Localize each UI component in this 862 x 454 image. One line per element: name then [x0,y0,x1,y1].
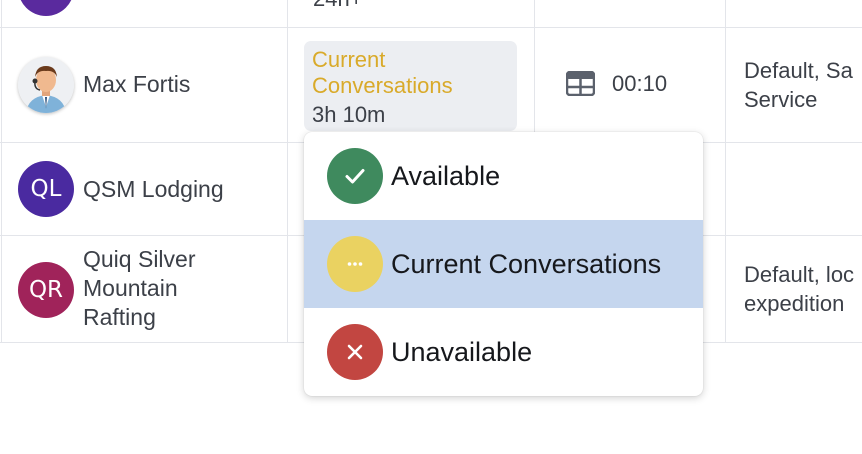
agent-name-line: Rafting [83,304,156,330]
status-option-label: Current Conversations [391,249,662,279]
agent-avatar-icon [18,57,74,113]
queues-text: Default, Sa Service [744,56,853,114]
agent-name: Quiq Silver Mountain Rafting [83,245,195,332]
avatar: QL [18,161,74,217]
ellipsis-icon [327,236,383,292]
status-option-label: Unavailable [391,337,533,367]
avatar: QR [18,262,74,318]
agent-name-line: Mountain [83,275,178,301]
agent-name: QSM Lodging [83,176,224,202]
table-icon [565,70,596,101]
status-dropdown-menu: Available Current Conversations Unavaila… [304,132,703,396]
status-time: 24h+ [313,0,363,12]
queues-line: expedition [744,291,845,316]
status-option-label: Available [391,161,501,191]
close-icon [327,324,383,380]
agent-name: Max Fortis [83,71,191,97]
agent-name-line: Quiq Silver [83,246,196,272]
queues-line: Default, Sa [744,58,853,83]
check-icon [327,148,383,204]
column-divider [725,0,726,343]
status-option-current-conversations[interactable]: Current Conversations [304,220,703,308]
avatar [18,0,74,16]
status-chip[interactable]: Current Conversations 3h 10m [304,41,517,131]
status-option-unavailable[interactable]: Unavailable [304,308,703,396]
avatar [18,57,74,113]
queues-line: Service [744,87,818,112]
column-divider [287,0,288,343]
status-label: Current Conversations [312,47,453,98]
wait-time: 00:10 [612,71,668,96]
queues-text: Default, loc expedition [744,260,854,318]
column-divider [1,0,2,343]
status-duration: 3h 10m [312,102,386,127]
queues-line: Default, loc [744,262,855,287]
status-option-available[interactable]: Available [304,132,703,220]
row-divider [0,27,862,28]
